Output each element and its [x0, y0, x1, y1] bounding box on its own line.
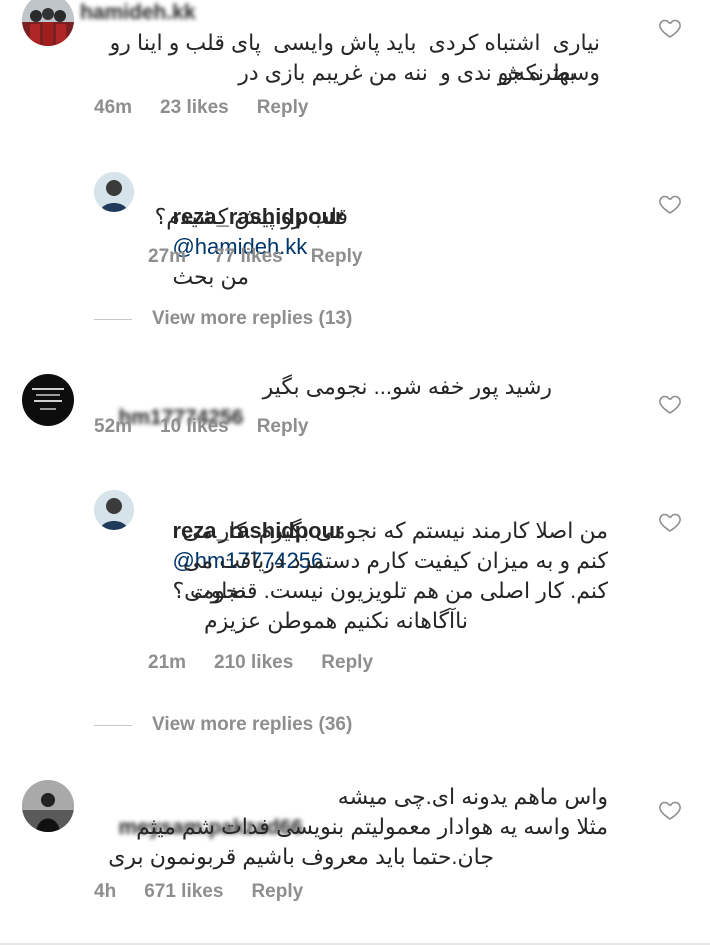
- comment-text: واس ماهم یدونه ای.چی میشه: [337, 784, 608, 809]
- comment-text-line: نیاری اشتباه کردی باید پاش وایسی پای قلب…: [109, 30, 600, 55]
- comment-meta: 21m 210 likes Reply: [148, 652, 373, 674]
- avatar[interactable]: [94, 172, 134, 212]
- comment-meta: 52m 10 likes Reply: [94, 416, 308, 438]
- comment-hm17774256: hm17774256 رشید پور خفه شو... نجومی بگیر…: [0, 372, 710, 452]
- view-more-replies-button[interactable]: View more replies (36): [94, 714, 352, 736]
- timestamp: 4h: [94, 881, 117, 902]
- comment-meta: 46m 23 likes Reply: [94, 97, 308, 119]
- comment-meta: 27m 77 likes Reply: [148, 246, 362, 268]
- view-more-label[interactable]: View more replies (13): [152, 308, 352, 330]
- reply-button[interactable]: Reply: [251, 881, 303, 903]
- timestamp: 52m: [94, 416, 133, 437]
- comment-text-line: وسط نکش: [497, 60, 600, 85]
- avatar[interactable]: [22, 374, 74, 426]
- heart-icon[interactable]: [658, 510, 682, 534]
- comment-text: رشید پور خفه شو... نجومی بگیر: [262, 374, 552, 399]
- reply-reza-2: reza_rashidpour @hm17774256 نجومی؟ من اص…: [0, 484, 710, 684]
- likes-count[interactable]: 10 likes: [160, 416, 229, 438]
- comment-text-line: ناآگاهانه نکنیم هموطن عزیزم: [204, 608, 468, 633]
- comment-text-line: کنم. کار اصلی من هم تلویزیون نیست. قضاوت: [189, 578, 608, 603]
- reply-button[interactable]: Reply: [257, 97, 309, 119]
- timestamp: 46m: [94, 97, 133, 118]
- reply-button[interactable]: Reply: [311, 246, 363, 268]
- avatar[interactable]: [22, 0, 74, 46]
- likes-count[interactable]: 23 likes: [160, 97, 229, 119]
- comment-text-line: من اصلا کارمند نیستم که نجومی بگیرم. کار…: [182, 518, 608, 543]
- comment-text-line: مثلا واسه یه هوادار معمولیتم بنویسی فدات…: [136, 814, 608, 839]
- avatar[interactable]: [22, 780, 74, 832]
- likes-count[interactable]: 77 likes: [214, 246, 283, 268]
- comment-hamideh: hamideh.kk بهتره جو ندی و ننه من غریبم ب…: [0, 0, 710, 130]
- heart-icon[interactable]: [658, 16, 682, 40]
- divider-line: [94, 318, 132, 320]
- comment-meysam: meysam.pakzad66 واس ماهم یدونه ای.چی میش…: [0, 778, 710, 918]
- reply-button[interactable]: Reply: [257, 416, 309, 438]
- divider-line: [94, 724, 132, 726]
- view-more-replies-button[interactable]: View more replies (13): [94, 308, 352, 330]
- comment-text-line: کنم و به میزان کیفیت کارم دستمزد دریافت …: [183, 548, 608, 573]
- avatar[interactable]: [94, 490, 134, 530]
- reply-reza-1: reza_rashidpour @hamideh.kk من بحث قلب ر…: [0, 160, 710, 289]
- comment-text-line: قلب رو پیش کشیدم؟: [154, 204, 348, 229]
- likes-count[interactable]: 671 likes: [144, 881, 223, 903]
- comment-text-line: جان.حتما باید معروف باشیم قربونمون بری: [108, 844, 494, 869]
- heart-icon[interactable]: [658, 192, 682, 216]
- view-more-label[interactable]: View more replies (36): [152, 714, 352, 736]
- timestamp: 21m: [148, 652, 187, 673]
- heart-icon[interactable]: [658, 392, 682, 416]
- heart-icon[interactable]: [658, 798, 682, 822]
- comment-meta: 4h 671 likes Reply: [94, 881, 303, 903]
- timestamp: 27m: [148, 246, 187, 267]
- likes-count[interactable]: 210 likes: [214, 652, 293, 674]
- reply-button[interactable]: Reply: [321, 652, 373, 674]
- username[interactable]: hamideh.kk: [80, 0, 196, 28]
